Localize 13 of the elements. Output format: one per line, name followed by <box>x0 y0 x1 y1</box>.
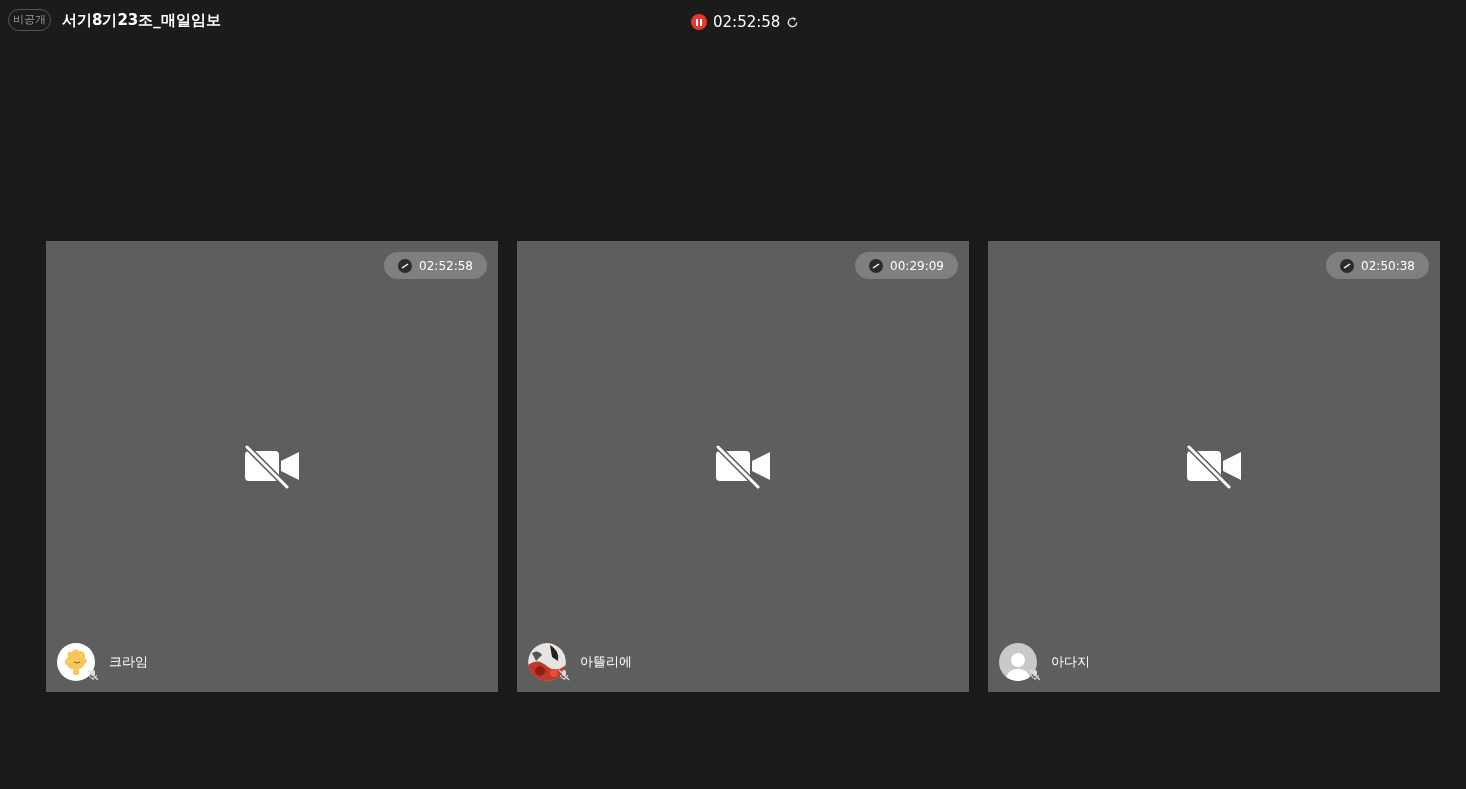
clock-icon <box>1340 258 1355 273</box>
session-time: 02:52:58 <box>713 12 781 33</box>
participant-name: 아다지 <box>1051 653 1090 672</box>
participant-name: 크라임 <box>109 653 148 672</box>
refresh-icon[interactable] <box>786 15 800 29</box>
pause-button[interactable] <box>691 14 707 31</box>
elapsed-time: 02:52:58 <box>419 257 473 275</box>
elapsed-time: 02:50:38 <box>1361 257 1415 275</box>
clock-icon <box>398 258 413 273</box>
room-title: 서기8기23조_매일임보 <box>62 9 221 31</box>
elapsed-time: 00:29:09 <box>890 257 944 275</box>
clock-icon <box>869 258 884 273</box>
participant-name: 아뜰리에 <box>580 653 632 672</box>
